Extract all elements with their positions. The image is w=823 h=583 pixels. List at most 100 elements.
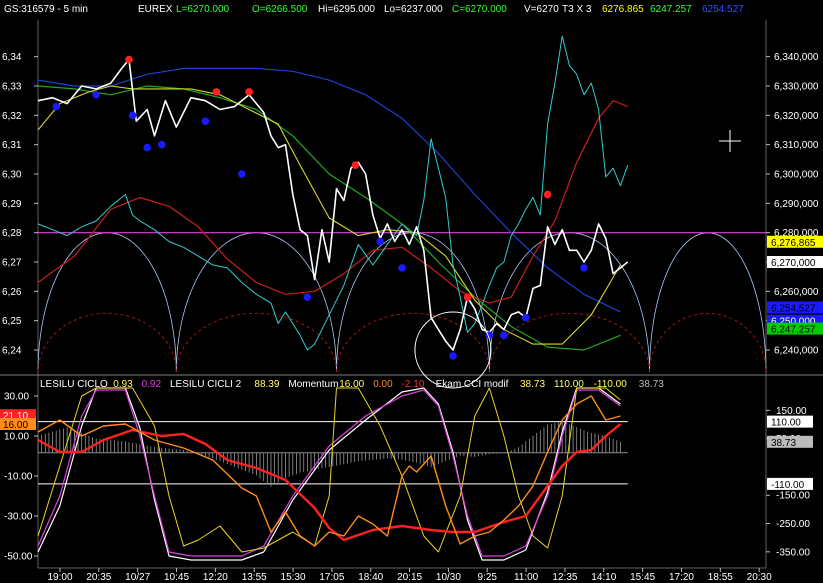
osc-right-tag: -110.00 xyxy=(767,477,813,491)
price-right-tick-label: 6,260,000 xyxy=(774,287,819,298)
buy-signal-dot xyxy=(52,102,60,111)
price-axis-tag-label: 6,270,000 xyxy=(771,258,816,269)
legend-value: 38.73 xyxy=(520,379,545,390)
time-tick-label: 12:35 xyxy=(552,572,577,583)
buy-signal-dot xyxy=(201,117,210,125)
price-left-tick-label: 6,24 xyxy=(2,346,22,357)
header-low: Lo=6237.000 xyxy=(384,4,443,15)
buy-signal-dot xyxy=(238,170,246,178)
time-tick-label: 18:55 xyxy=(708,572,733,583)
legend-value: 88.39 xyxy=(254,379,279,390)
time-tick-label: 17:20 xyxy=(669,572,694,583)
sell-signal-dot xyxy=(463,293,472,302)
price-axis-tag: 6,276,865 xyxy=(767,235,823,249)
sell-signal-dot xyxy=(212,88,221,96)
buy-signal-dot xyxy=(143,143,151,152)
header-volume: V=6270 xyxy=(524,4,559,15)
price-left-tick-label: 6,30 xyxy=(2,170,22,181)
price-axis-tag-label: 6,247,257 xyxy=(771,325,816,336)
price-right-tick-label: 6,320,000 xyxy=(774,111,819,122)
osc-left-tick-label: 30.00 xyxy=(4,392,29,403)
price-axis-tag: 6,270,000 xyxy=(767,256,823,269)
buy-signal-dot xyxy=(500,331,508,340)
price-right-tick-label: 6,300,000 xyxy=(774,170,819,181)
osc-left-tick-label: -30.00 xyxy=(4,512,33,523)
legend-label: Momentum xyxy=(288,379,338,390)
price-right-tick-label: 6,290,000 xyxy=(774,199,819,210)
price-right-tick-label: 6,310,000 xyxy=(774,140,819,151)
time-tick-label: 19:00 xyxy=(47,572,72,583)
time-tick-label: 18:40 xyxy=(358,572,383,583)
osc-right-tick-label: -350.00 xyxy=(776,547,810,558)
header-high: Hi=6295.000 xyxy=(318,4,375,15)
sell-signal-dot xyxy=(351,161,360,169)
time-tick-label: 20:15 xyxy=(397,572,422,583)
header-v1: 6276.865 xyxy=(602,4,644,15)
price-left-tick-label: 6,29 xyxy=(2,199,22,210)
buy-signal-dot xyxy=(376,237,384,246)
header-exchange: EUREX xyxy=(138,4,173,15)
price-axis-tag-label: 6,276,865 xyxy=(771,238,816,249)
osc-right-tick-label: -150.00 xyxy=(776,491,810,502)
time-tick-label: 14:10 xyxy=(591,572,616,583)
price-right-tick-label: 6,340,000 xyxy=(774,52,819,63)
sell-signal-dot xyxy=(125,55,133,64)
time-tick-label: 20:30 xyxy=(747,572,772,583)
price-left-tick-label: 6,34 xyxy=(2,52,22,63)
price-left-tick-label: 6,28 xyxy=(2,228,22,239)
chart-canvas: GS:316579 - 5 min EUREX L=6270.000 O=626… xyxy=(0,0,823,583)
osc-left-tick-label: -50.00 xyxy=(4,552,33,563)
sell-signal-dot xyxy=(543,190,552,199)
legend-value: 38.73 xyxy=(639,379,664,390)
price-axis-tag: 6,254,527 xyxy=(767,301,823,314)
price-axis-tag-label: 6,254,527 xyxy=(771,303,816,314)
price-left-tick-label: 6,33 xyxy=(2,82,22,93)
time-tick-label: 10/30 xyxy=(436,572,461,583)
sell-signal-dot xyxy=(245,88,253,96)
buy-signal-dot xyxy=(521,313,530,322)
buy-signal-dot xyxy=(157,140,166,149)
osc-right-tag: 38.73 xyxy=(767,435,813,449)
time-tick-label: 13:55 xyxy=(242,572,267,583)
osc-left-tag-label: 16.00 xyxy=(3,420,28,431)
buy-signal-dot xyxy=(398,264,406,272)
osc-left-tick-label: 10.00 xyxy=(4,432,29,443)
header-v3: 6254.527 xyxy=(702,4,744,15)
price-right-tick-label: 6,240,000 xyxy=(774,346,819,357)
price-right-tick-label: 6,330,000 xyxy=(774,82,819,93)
buy-signal-dot xyxy=(128,111,137,120)
price-left-tick-label: 6,25 xyxy=(2,316,22,327)
time-tick-label: 10/27 xyxy=(125,572,150,583)
osc-right-tag-label: 110.00 xyxy=(771,418,801,429)
buy-signal-dot xyxy=(449,352,457,360)
osc-right-tick-label: -250.00 xyxy=(776,519,810,530)
osc-left-tick-label: -10.00 xyxy=(4,472,33,483)
legend-value: 0.00 xyxy=(373,379,393,390)
header-close: C=6270.000 xyxy=(452,4,507,15)
header-open: O=6266.500 xyxy=(252,4,308,15)
price-axis-tag: 6,247,257 xyxy=(767,322,823,336)
buy-signal-dot xyxy=(303,293,312,302)
price-left-tick-label: 6,31 xyxy=(2,140,22,151)
time-tick-label: 9:25 xyxy=(478,572,498,583)
legend-label: LESILU CICLI 2 xyxy=(170,379,242,390)
time-tick-label: 12:20 xyxy=(203,572,228,583)
osc-right-tick-label: 150.00 xyxy=(776,406,807,417)
time-tick-label: 11:00 xyxy=(514,572,539,583)
time-tick-label: 20:35 xyxy=(86,572,111,583)
buy-signal-dot xyxy=(580,264,588,272)
time-tick-label: 17:05 xyxy=(319,572,344,583)
header-v2: 6247.257 xyxy=(650,4,692,15)
legend-label: Ekam CCI modif xyxy=(436,379,509,390)
buy-signal-dot xyxy=(92,91,101,99)
legend-value: 0.92 xyxy=(142,379,162,390)
header-symbol: GS:316579 - 5 min xyxy=(4,4,88,15)
osc-left-tag: 16.00 xyxy=(0,418,36,431)
time-tick-label: 15:30 xyxy=(281,572,306,583)
osc-right-tag: 110.00 xyxy=(767,415,813,429)
price-left-tick-label: 6,26 xyxy=(2,287,22,298)
time-tick-label: 15:45 xyxy=(630,572,655,583)
price-left-tick-label: 6,32 xyxy=(2,111,22,122)
header-last: L=6270.000 xyxy=(176,4,230,15)
price-left-tick-label: 6,27 xyxy=(2,258,22,269)
